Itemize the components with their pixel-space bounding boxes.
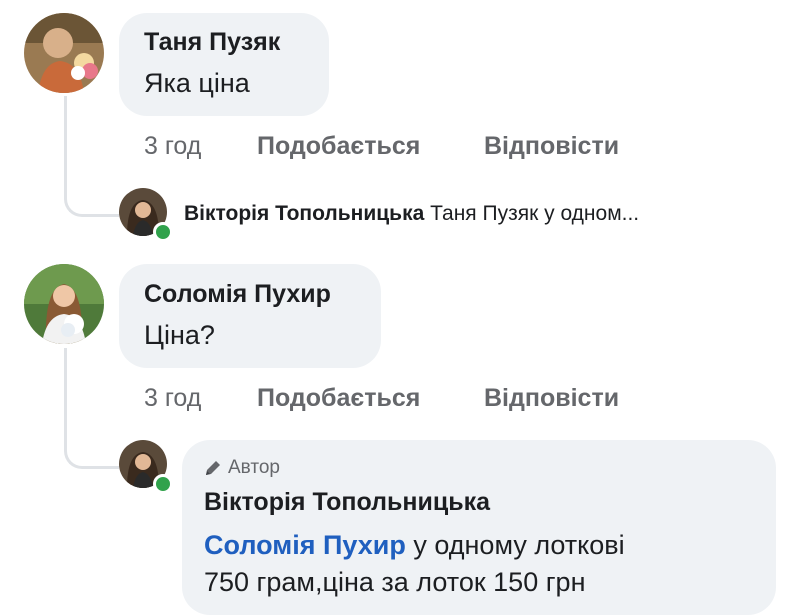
mention-link[interactable]: Соломія Пухир <box>204 530 406 560</box>
reply-author[interactable]: Вікторія Топольницька <box>204 488 490 517</box>
reply-preview[interactable]: Вікторія Топольницька Таня Пузяк у одном… <box>184 202 639 226</box>
author-badge: Автор <box>204 457 280 479</box>
comment-author[interactable]: Соломія Пухир <box>144 280 331 309</box>
online-status-icon <box>153 222 173 242</box>
comment-author[interactable]: Таня Пузяк <box>144 28 280 57</box>
like-button[interactable]: Подобається <box>257 132 420 161</box>
avatar[interactable] <box>24 13 104 93</box>
reply-button[interactable]: Відповісти <box>484 132 619 161</box>
reply-text-line1: Соломія Пухир у одному лоткові <box>204 530 625 561</box>
like-button[interactable]: Подобається <box>257 384 420 413</box>
comment-time[interactable]: 3 год <box>144 132 201 161</box>
comment-text: Яка ціна <box>144 68 250 98</box>
comment-text: Ціна? <box>144 320 215 350</box>
reply-preview-text: Таня Пузяк у одном... <box>430 202 640 225</box>
reply-button[interactable]: Відповісти <box>484 384 619 413</box>
thread-connector <box>64 348 119 469</box>
thread-connector <box>64 96 119 217</box>
avatar[interactable] <box>24 264 104 344</box>
reply-author: Вікторія Топольницька <box>184 202 425 225</box>
pencil-icon <box>206 461 220 475</box>
reply-text-line2: 750 грам,ціна за лоток 150 грн <box>204 567 586 597</box>
comment-time[interactable]: 3 год <box>144 384 201 413</box>
author-badge-label: Автор <box>228 457 280 478</box>
reply-text-after-mention: у одному лоткові <box>405 530 625 560</box>
online-status-icon <box>153 474 173 494</box>
